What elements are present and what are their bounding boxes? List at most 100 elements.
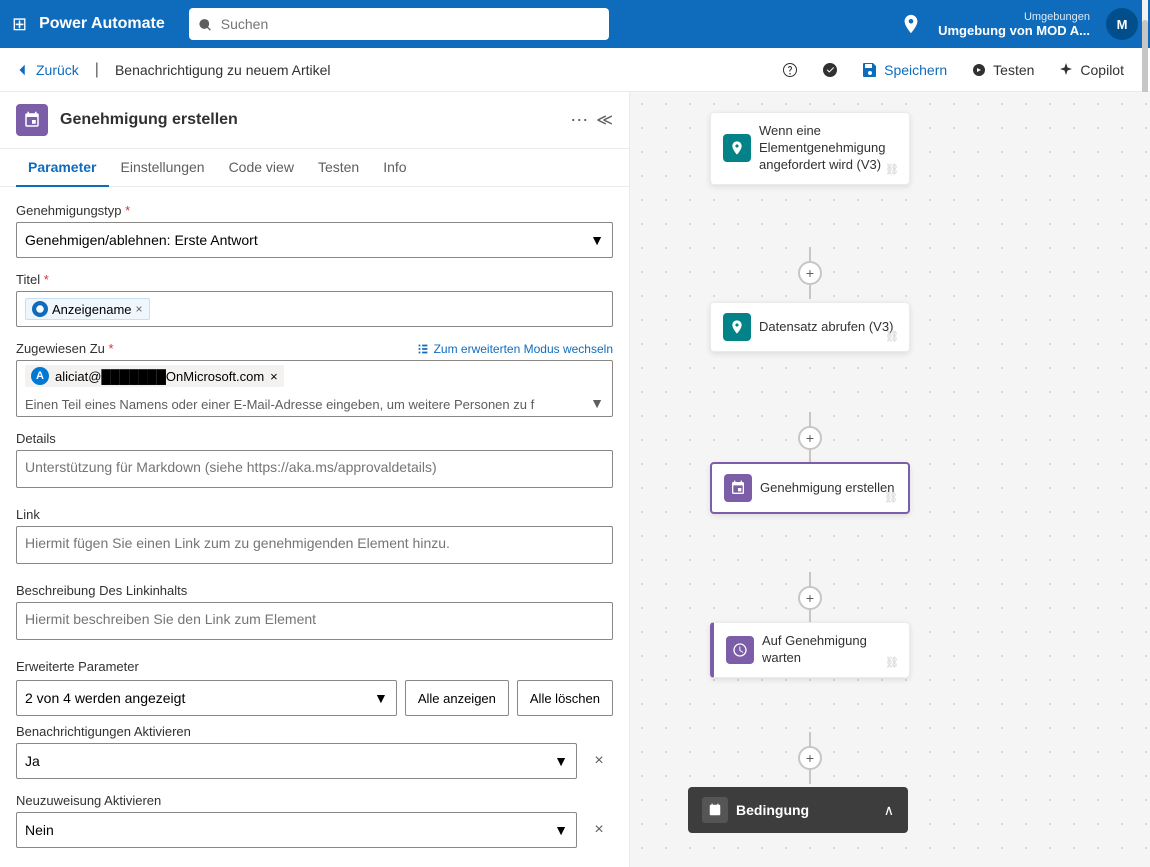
expanded-select[interactable]: 2 von 4 werden angezeigt ▼ [16, 680, 397, 716]
title-group: Titel * Anzeigename × [16, 272, 613, 327]
reassign-label: Neuzuweisung Aktivieren [16, 793, 613, 808]
check-button[interactable] [812, 56, 848, 84]
wait-node-icon [726, 636, 754, 664]
search-bar[interactable] [189, 8, 609, 40]
approval-node-icon [724, 474, 752, 502]
assignee-label: Zugewiesen Zu * [16, 341, 114, 356]
flow-node-wait[interactable]: Auf Genehmigung warten ⛓ [710, 622, 910, 678]
link-label: Link [16, 507, 613, 522]
notif-label: Benachrichtigungen Aktivieren [16, 724, 613, 739]
approval-type-label: Genehmigungstyp * [16, 203, 613, 218]
approval-icon-svg [730, 480, 746, 496]
add-step-1[interactable]: + [798, 261, 822, 285]
search-icon [199, 17, 213, 31]
top-nav: ⊞ Power Automate Umgebungen Umgebung von… [0, 0, 1150, 48]
get-record-link-icon: ⛓ [885, 330, 899, 343]
approval-type-group: Genehmigungstyp * Genehmigen/ablehnen: E… [16, 203, 613, 258]
main-area: Genehmigung erstellen ⋯ ≪ Parameter Eins… [0, 92, 1150, 867]
assignee-field[interactable]: A aliciat@███████OnMicrosoft.com × Einen… [16, 360, 613, 417]
assignee-placeholder: Einen Teil eines Namens oder einer E-Mai… [25, 397, 582, 412]
connector-3: + [798, 572, 822, 624]
approval-node-title: Genehmigung erstellen [760, 480, 894, 497]
check-icon [822, 62, 838, 78]
reassign-group: Neuzuweisung Aktivieren Nein ▼ × [16, 793, 613, 848]
token-inner-icon [35, 304, 45, 314]
assignee-remove[interactable]: × [270, 369, 278, 384]
assignee-group: Zugewiesen Zu * Zum erweiterten Modus we… [16, 341, 613, 417]
copilot-icon [1058, 62, 1074, 78]
search-input[interactable] [221, 16, 599, 32]
token-icon [32, 301, 48, 317]
reassign-clear-button[interactable]: × [585, 816, 613, 844]
assignee-tag: A aliciat@███████OnMicrosoft.com × [25, 365, 284, 387]
approval-type-select[interactable]: Genehmigen/ablehnen: Erste Antwort ▼ [16, 222, 613, 258]
flow-node-approval[interactable]: Genehmigung erstellen ⛓ [710, 462, 910, 514]
switch-mode-icon [416, 342, 430, 356]
get-record-icon-svg [729, 319, 745, 335]
link-input[interactable] [16, 526, 613, 564]
test-label: Testen [993, 62, 1034, 78]
details-input[interactable] [16, 450, 613, 488]
nav-right: Umgebungen Umgebung von MOD A... M [900, 8, 1138, 40]
save-button[interactable]: Speichern [852, 56, 957, 84]
flow-node-get-record[interactable]: Datensatz abrufen (V3) ⛓ [710, 302, 910, 352]
notif-select[interactable]: Ja ▼ [16, 743, 577, 779]
collapse-button[interactable]: ≪ [596, 110, 613, 130]
kebab-menu[interactable]: ⋯ [570, 110, 588, 131]
trigger-node-icon [723, 134, 751, 162]
flow-canvas-area: Wenn eine Elementgenehmigung angefordert… [630, 92, 1150, 867]
notif-group: Benachrichtigungen Aktivieren Ja ▼ × [16, 724, 613, 779]
tabs: Parameter Einstellungen Code view Testen… [0, 149, 629, 187]
notif-clear-button[interactable]: × [585, 747, 613, 775]
panel-header: Genehmigung erstellen ⋯ ≪ [0, 92, 629, 149]
tab-parameter[interactable]: Parameter [16, 149, 109, 187]
token-remove[interactable]: × [136, 302, 143, 316]
title-field[interactable]: Anzeigename × [16, 291, 613, 327]
test-button[interactable]: Testen [961, 56, 1044, 84]
details-label: Details [16, 431, 613, 446]
save-label: Speichern [884, 62, 947, 78]
condition-title: Bedingung [736, 802, 809, 818]
add-step-3[interactable]: + [798, 586, 822, 610]
sub-nav: Zurück | Benachrichtigung zu neuem Artik… [0, 48, 1150, 92]
back-button[interactable]: Zurück [16, 62, 79, 78]
condition-block[interactable]: Bedingung ∧ [688, 787, 908, 833]
environment-icon [900, 13, 922, 35]
user-avatar[interactable]: M [1106, 8, 1138, 40]
link-desc-group: Beschreibung Des Linkinhalts [16, 583, 613, 645]
assignee-icon: A [31, 367, 49, 385]
tab-info[interactable]: Info [371, 149, 418, 187]
link-desc-input[interactable] [16, 602, 613, 640]
tab-einstellungen[interactable]: Einstellungen [109, 149, 217, 187]
add-step-4[interactable]: + [798, 746, 822, 770]
wait-link-icon: ⛓ [885, 656, 899, 669]
copilot-label: Copilot [1080, 62, 1124, 78]
feedback-button[interactable] [772, 56, 808, 84]
grid-icon[interactable]: ⊞ [12, 14, 27, 35]
save-icon [862, 62, 878, 78]
show-all-button[interactable]: Alle anzeigen [405, 680, 509, 716]
condition-icon [702, 797, 728, 823]
panel-icon [16, 104, 48, 136]
flow-node-trigger[interactable]: Wenn eine Elementgenehmigung angefordert… [710, 112, 910, 185]
assignee-dropdown[interactable]: ▼ [590, 395, 604, 411]
environment-block: Umgebungen Umgebung von MOD A... [938, 11, 1090, 38]
switch-mode-button[interactable]: Zum erweiterten Modus wechseln [416, 342, 613, 356]
right-actions: Speichern Testen Copilot [772, 56, 1134, 84]
add-step-2[interactable]: + [798, 426, 822, 450]
tab-testen[interactable]: Testen [306, 149, 371, 187]
breadcrumb: Benachrichtigung zu neuem Artikel [115, 62, 331, 78]
expanded-params-label: Erweiterte Parameter [16, 659, 613, 674]
copilot-button[interactable]: Copilot [1048, 56, 1134, 84]
feedback-icon [782, 62, 798, 78]
tab-codeview[interactable]: Code view [217, 149, 306, 187]
connector-1: + [798, 247, 822, 299]
link-desc-label: Beschreibung Des Linkinhalts [16, 583, 613, 598]
connector-4: + [798, 732, 822, 784]
approval-link-icon: ⛓ [884, 491, 898, 504]
environment-label: Umgebungen [938, 11, 1090, 23]
test-icon [971, 62, 987, 78]
clear-all-button[interactable]: Alle löschen [517, 680, 613, 716]
reassign-select[interactable]: Nein ▼ [16, 812, 577, 848]
condition-icon-svg [708, 803, 722, 817]
